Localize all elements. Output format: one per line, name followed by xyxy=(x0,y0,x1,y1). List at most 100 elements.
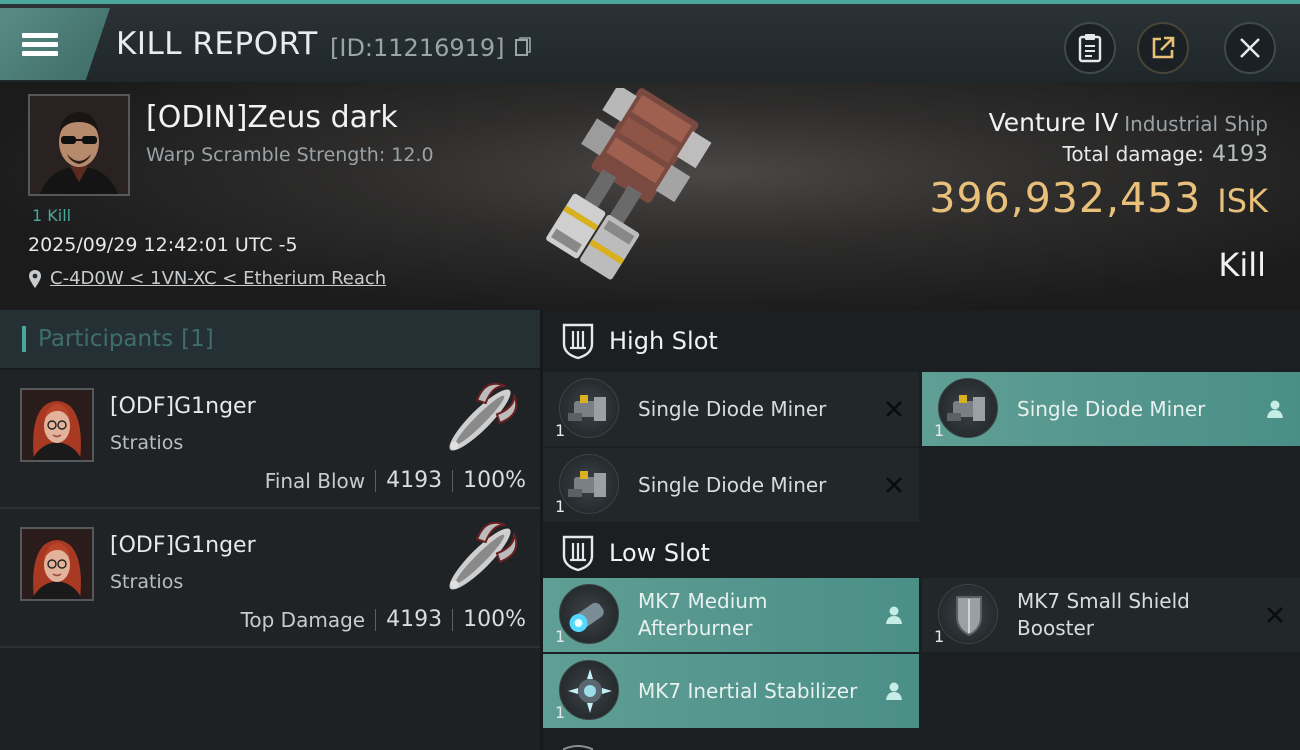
low-slot-header: Low Slot xyxy=(543,522,1300,584)
participant-stats: Final Blow 4193 100% xyxy=(265,468,526,493)
module-name: MK7 Small Shield Booster xyxy=(1017,588,1190,642)
report-id: [ID:11216919] xyxy=(330,34,532,62)
module-quantity: 1 xyxy=(555,627,566,646)
isk-unit: ISK xyxy=(1217,182,1268,220)
participant-name[interactable]: [ODF]G1nger xyxy=(110,533,256,558)
destroyed-x-icon xyxy=(886,401,902,417)
share-button[interactable] xyxy=(1137,22,1189,74)
module-item[interactable]: 1 MK7 Small Shield Booster xyxy=(922,578,1300,652)
participant-ship: Stratios xyxy=(110,432,184,454)
inertial-stabilizer-module-icon xyxy=(559,660,619,720)
stat-divider xyxy=(375,608,377,631)
kill-datetime: 2025/09/29 12:42:01 UTC -5 xyxy=(28,234,298,256)
report-id-text: [ID:11216919] xyxy=(330,34,505,62)
clipboard-button[interactable] xyxy=(1064,22,1116,74)
module-quantity: 1 xyxy=(555,703,566,722)
ship-image xyxy=(546,88,712,280)
slot-icon xyxy=(563,745,593,750)
stat-divider xyxy=(375,469,377,492)
module-name: Single Diode Miner xyxy=(1017,397,1206,421)
module-name-line1: MK7 Small Shield xyxy=(1017,589,1190,613)
participant-damage: 4193 xyxy=(386,607,443,632)
close-button[interactable] xyxy=(1224,22,1276,74)
menu-button[interactable] xyxy=(0,8,110,80)
victim-avatar[interactable] xyxy=(28,94,130,196)
module-name-line2: Booster xyxy=(1017,616,1094,640)
module-name-line2: Afterburner xyxy=(638,616,753,640)
participant-row[interactable]: [ODF]G1nger Stratios Final Blow 4193 100… xyxy=(0,370,540,509)
high-slot-icon xyxy=(562,323,594,360)
participants-panel: Participants [1] [ODF]G1nger Stratios Fi… xyxy=(0,310,540,750)
participant-portrait-image xyxy=(22,529,92,599)
participant-ship-image xyxy=(449,382,518,451)
participant-avatar[interactable] xyxy=(20,388,94,462)
dropped-person-icon xyxy=(886,682,902,700)
participant-ship-image xyxy=(449,521,518,590)
high-slot-header: High Slot xyxy=(543,310,1300,372)
victim-banner: [ODIN]Zeus dark Warp Scramble Strength: … xyxy=(0,82,1300,310)
module-name: Single Diode Miner xyxy=(638,473,827,497)
module-quantity: 1 xyxy=(934,421,945,440)
kill-count: 1 Kill xyxy=(32,206,72,225)
victim-name[interactable]: [ODIN]Zeus dark xyxy=(146,100,398,135)
low-slot-icon xyxy=(562,535,594,572)
participant-percent: 100% xyxy=(463,607,526,632)
clipboard-icon xyxy=(1078,34,1102,63)
high-slot-label: High Slot xyxy=(609,327,718,355)
stat-divider xyxy=(452,608,454,631)
participant-percent: 100% xyxy=(463,468,526,493)
isk-amount: 396,932,453 xyxy=(929,174,1202,222)
module-item[interactable]: 1 MK7 Medium Afterburner xyxy=(543,578,919,652)
stat-divider xyxy=(452,469,454,492)
module-quantity: 1 xyxy=(555,421,566,440)
dropped-person-icon xyxy=(1267,400,1283,418)
participant-name[interactable]: [ODF]G1nger xyxy=(110,394,256,419)
menu-icon xyxy=(22,29,58,60)
participant-ship: Stratios xyxy=(110,571,184,593)
top-bar: KILL REPORT [ID:11216919] xyxy=(0,0,1300,82)
module-item[interactable]: 1 Single Diode Miner xyxy=(543,448,919,522)
kill-location[interactable]: C-4D0W < 1VN-XC < Etherium Reach xyxy=(28,268,386,289)
victim-portrait-image xyxy=(30,96,128,194)
result-label: Kill xyxy=(1218,246,1266,284)
module-quantity: 1 xyxy=(555,497,566,516)
fitting-panel: High Slot 1 Single Diode Miner 1 Single … xyxy=(543,310,1300,750)
miner-module-icon xyxy=(938,378,998,438)
ship-class: Industrial Ship xyxy=(1124,112,1268,136)
participants-label: Participants xyxy=(38,326,174,352)
miner-module-icon xyxy=(559,454,619,514)
dropped-person-icon xyxy=(886,606,902,624)
isk-value: 396,932,453 ISK xyxy=(929,174,1268,222)
participant-damage: 4193 xyxy=(386,468,443,493)
participant-role: Top Damage xyxy=(240,607,366,632)
ship-name: Venture IV xyxy=(988,108,1119,137)
module-item[interactable]: 1 MK7 Inertial Stabilizer xyxy=(543,654,919,728)
shield-booster-module-icon xyxy=(938,584,998,644)
participants-count: [1] xyxy=(181,326,214,352)
ship-type[interactable]: Venture IV Industrial Ship xyxy=(989,108,1268,137)
participant-avatar[interactable] xyxy=(20,527,94,601)
destroyed-x-icon xyxy=(886,477,902,493)
destroyed-x-icon xyxy=(1267,607,1283,623)
low-slot-label: Low Slot xyxy=(609,539,710,567)
copy-icon[interactable] xyxy=(514,36,532,58)
module-item[interactable]: 1 Single Diode Miner xyxy=(543,372,919,446)
participant-stats: Top Damage 4193 100% xyxy=(241,607,526,632)
module-name: MK7 Medium Afterburner xyxy=(638,588,767,642)
header-accent-bar xyxy=(22,326,26,352)
participants-header[interactable]: Participants [1] xyxy=(0,310,540,370)
location-pin-icon xyxy=(29,269,41,288)
module-quantity: 1 xyxy=(934,627,945,646)
total-damage-label: Total damage: xyxy=(1062,142,1205,166)
module-item[interactable]: 1 Single Diode Miner xyxy=(922,372,1300,446)
module-name: Single Diode Miner xyxy=(638,397,827,421)
participant-row[interactable]: [ODF]G1nger Stratios Top Damage 4193 100… xyxy=(0,509,540,648)
total-damage-value: 4193 xyxy=(1212,142,1268,167)
participant-portrait-image xyxy=(22,390,92,460)
page-title: KILL REPORT xyxy=(116,26,318,62)
warp-scramble-strength: Warp Scramble Strength: 12.0 xyxy=(146,144,434,166)
location-text[interactable]: C-4D0W < 1VN-XC < Etherium Reach xyxy=(50,268,386,289)
afterburner-module-icon xyxy=(559,584,619,644)
close-icon xyxy=(1240,38,1260,58)
module-name-line1: MK7 Medium xyxy=(638,589,768,613)
